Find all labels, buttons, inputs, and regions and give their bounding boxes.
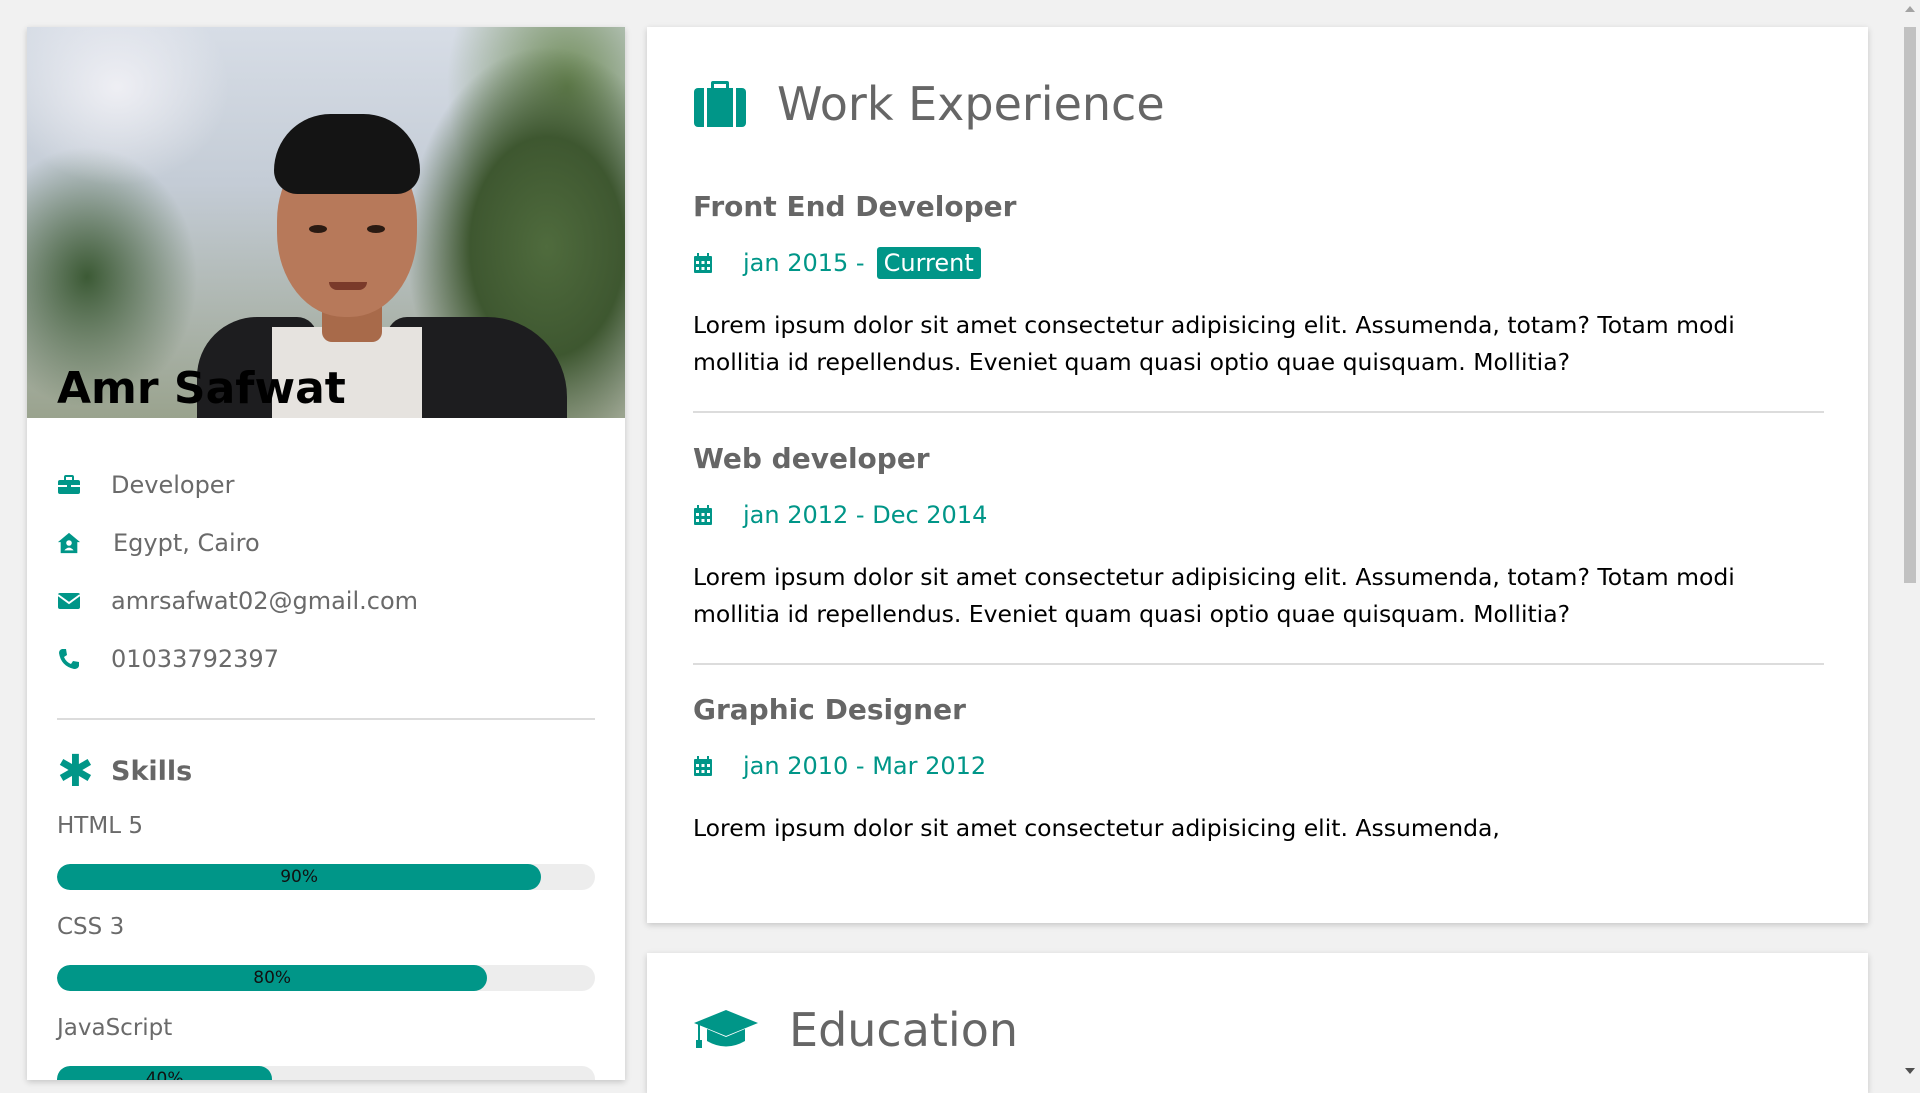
info-job-text: Developer — [111, 471, 235, 499]
info-location: Egypt, Cairo — [57, 514, 595, 572]
education-heading: Education — [693, 1003, 1018, 1057]
work-heading: Work Experience — [693, 77, 1165, 131]
briefcase-icon — [57, 473, 81, 497]
job-title: Graphic Designer — [693, 693, 966, 726]
current-badge: Current — [876, 247, 981, 279]
profile-info: Developer Egypt, Cairo amrsafwat02@gmail… — [27, 418, 625, 1080]
education-card: Education — [647, 953, 1868, 1093]
job-divider — [693, 411, 1824, 413]
job-date: jan 2015 - Current — [693, 245, 1824, 281]
job-title: Front End Developer — [693, 190, 1017, 223]
skill-progress-fill: 90% — [57, 864, 542, 890]
skill-progress-fill: 40% — [57, 1066, 273, 1080]
skill-progress-fill: 80% — [57, 965, 488, 991]
phone-icon — [57, 647, 81, 671]
skill-css: CSS 3 80% — [57, 914, 595, 991]
skill-html: HTML 5 90% — [57, 813, 595, 890]
skills-heading: ✱ Skills — [57, 745, 595, 797]
work-title-text: Work Experience — [777, 77, 1165, 131]
job-entry: Front End Developer jan 2015 - Current L… — [693, 190, 1824, 413]
calendar-icon — [693, 755, 713, 777]
info-job: Developer — [57, 456, 595, 514]
job-title: Web developer — [693, 442, 930, 475]
job-divider — [693, 663, 1824, 665]
profile-name: Amr Safwat — [57, 363, 346, 414]
job-entry: Web developer jan 2012 - Dec 2014 Lorem … — [693, 442, 1824, 665]
skill-label: CSS 3 — [57, 914, 125, 940]
page-scrollbar[interactable] — [1900, 0, 1920, 1080]
profile-photo: Amr Safwat — [27, 27, 625, 418]
job-description: Lorem ipsum dolor sit amet consectetur a… — [693, 563, 1735, 628]
info-email-text[interactable]: amrsafwat02@gmail.com — [111, 587, 418, 615]
skill-label: JavaScript — [57, 1015, 173, 1041]
profile-divider — [57, 718, 595, 720]
job-description: Lorem ipsum dolor sit amet consectetur a… — [693, 311, 1735, 376]
calendar-icon — [693, 504, 713, 526]
skill-progress-bar: 80% — [57, 965, 595, 991]
scroll-up-arrow-icon[interactable] — [1905, 6, 1915, 12]
job-date: jan 2012 - Dec 2014 — [693, 497, 1824, 533]
info-email[interactable]: amrsafwat02@gmail.com — [57, 572, 595, 630]
education-title-text: Education — [789, 1003, 1019, 1057]
skill-javascript: JavaScript 40% — [57, 1015, 595, 1080]
job-entry: Graphic Designer jan 2010 - Mar 2012 Lor… — [693, 693, 1824, 847]
info-phone-text[interactable]: 01033792397 — [111, 645, 279, 673]
info-phone[interactable]: 01033792397 — [57, 630, 595, 688]
photo-eye-right — [367, 225, 385, 233]
asterisk-icon: ✱ — [57, 745, 94, 797]
envelope-icon — [57, 589, 81, 613]
job-date-text: jan 2010 - Mar 2012 — [743, 752, 987, 780]
scroll-down-arrow-icon[interactable] — [1905, 1068, 1915, 1074]
job-date: jan 2010 - Mar 2012 — [693, 748, 1824, 784]
photo-eye-left — [309, 225, 327, 233]
info-location-text: Egypt, Cairo — [113, 529, 260, 557]
skill-progress-bar: 40% — [57, 1066, 595, 1080]
photo-hair — [274, 114, 420, 194]
job-description: Lorem ipsum dolor sit amet consectetur a… — [693, 814, 1500, 842]
scrollbar-thumb[interactable] — [1904, 27, 1916, 583]
profile-card: Amr Safwat Developer Egypt, Cairo amrsaf… — [27, 27, 625, 1080]
skill-label: HTML 5 — [57, 813, 143, 839]
graduation-cap-icon — [693, 1008, 759, 1052]
skill-progress-bar: 90% — [57, 864, 595, 890]
calendar-icon — [693, 252, 713, 274]
work-experience-card: Work Experience Front End Developer jan … — [647, 27, 1868, 923]
home-icon — [57, 531, 81, 555]
job-date-text: jan 2015 - — [743, 249, 865, 277]
suitcase-icon — [693, 80, 747, 128]
job-date-text: jan 2012 - Dec 2014 — [743, 501, 988, 529]
photo-mouth — [329, 282, 367, 290]
skills-title-text: Skills — [111, 756, 193, 787]
